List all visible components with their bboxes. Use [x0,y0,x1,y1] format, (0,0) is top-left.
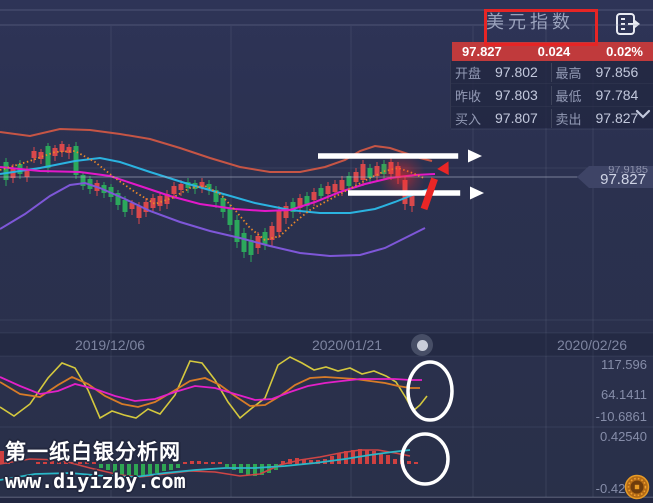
white-circle-macd [402,434,448,484]
coin-logo-badge [626,476,649,499]
red-highlight-box [484,9,598,46]
annotation-overlay [0,0,653,503]
trading-app-window: 2019/12/06 2020/01/21 2020/02/26 117.596… [0,0,653,503]
white-circle-kdj [408,362,452,420]
